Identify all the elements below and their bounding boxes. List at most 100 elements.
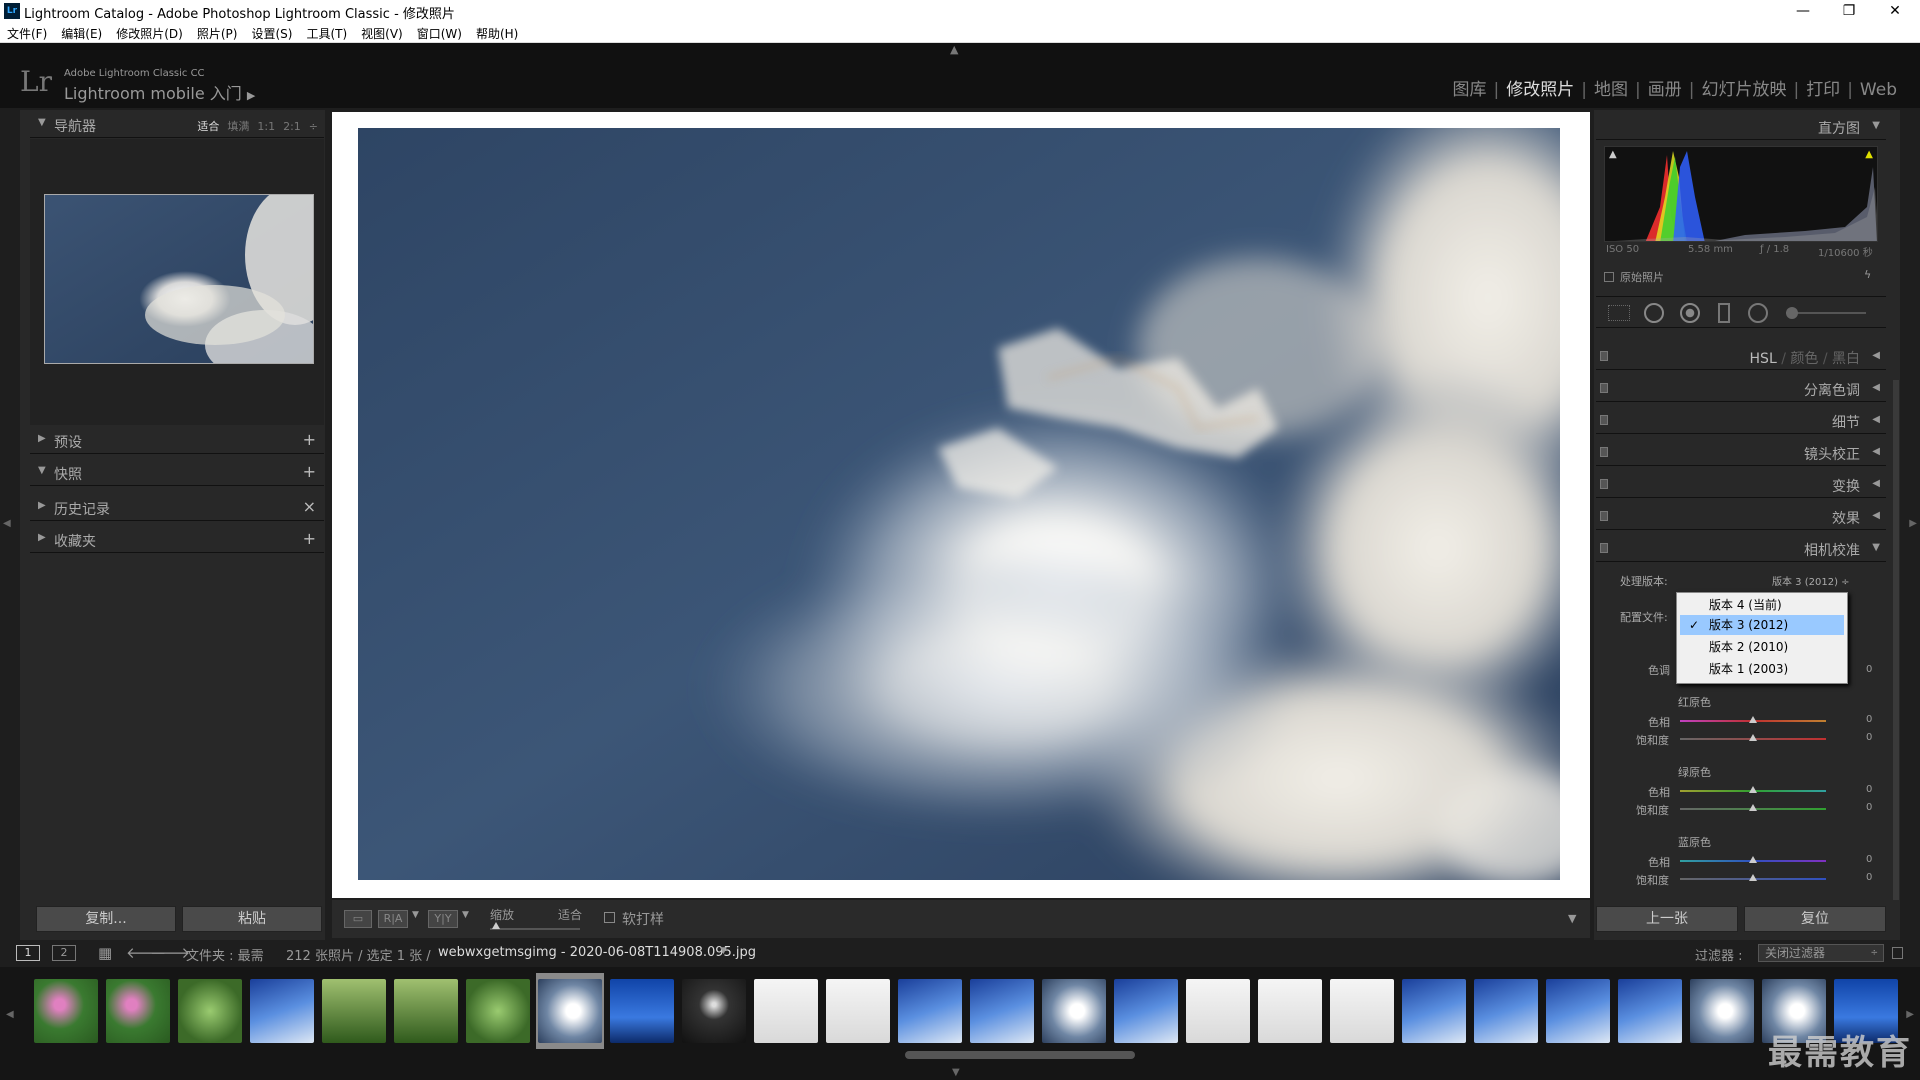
previous-button[interactable]: 上一张 [1596, 906, 1738, 932]
filmstrip-scroll-left-icon[interactable]: ◀ [6, 1009, 14, 1020]
add-collection-icon[interactable]: + [303, 529, 316, 548]
panel-switch-icon[interactable] [1600, 351, 1608, 361]
menu-settings[interactable]: 设置(S) [244, 22, 299, 42]
dropdown-arrow-icon[interactable]: ▼ [462, 910, 469, 920]
filmstrip-thumb[interactable] [392, 973, 460, 1049]
filmstrip-thumb[interactable] [1472, 973, 1540, 1049]
menu-file[interactable]: 文件(F) [0, 22, 54, 42]
camera-calibration-header[interactable]: 相机校准 ▼ [1596, 534, 1886, 562]
module-library[interactable]: 图库 [1446, 80, 1494, 100]
before-after-split-icon[interactable]: Y|Y [428, 910, 458, 928]
graduated-filter-icon[interactable] [1718, 303, 1730, 323]
transform-header[interactable]: 变换 ◀ [1596, 470, 1886, 498]
bw-tab[interactable]: 黑白 [1832, 351, 1860, 367]
snapshots-header[interactable]: ▼ 快照 + [30, 460, 324, 486]
collapse-right-icon[interactable]: ▶ [1909, 518, 1917, 529]
green-sat-knob[interactable] [1749, 804, 1757, 811]
menu-window[interactable]: 窗口(W) [410, 22, 469, 42]
module-book[interactable]: 画册 [1641, 80, 1689, 100]
filmstrip-thumb[interactable] [824, 973, 892, 1049]
zoom-1-1[interactable]: 1:1 [249, 120, 275, 133]
forward-arrow-icon[interactable]: 🡒 [150, 943, 190, 962]
mobile-link[interactable]: Lightroom mobile 入门 ▶ [64, 80, 255, 104]
zoom-2-1[interactable]: 2:1 [275, 120, 301, 133]
filename[interactable]: webwxgetmsgimg - 2020-06-08T114908.095.j… [438, 945, 756, 960]
zoom-fill[interactable]: 填满 [219, 120, 249, 133]
filmstrip-thumb[interactable] [1616, 973, 1684, 1049]
blue-sat-knob[interactable] [1749, 874, 1757, 881]
filmstrip-thumb[interactable] [896, 973, 964, 1049]
zoom-slider[interactable] [490, 928, 580, 930]
filmstrip-thumb[interactable] [1400, 973, 1468, 1049]
menu-tools[interactable]: 工具(T) [299, 22, 354, 42]
red-eye-icon[interactable] [1680, 303, 1700, 323]
zoom-fit[interactable]: 适合 [189, 120, 219, 133]
panel-switch-icon[interactable] [1600, 415, 1608, 425]
paste-button[interactable]: 粘贴 [182, 906, 322, 932]
filename-dropdown-icon[interactable]: ▼ [720, 946, 727, 956]
panel-switch-icon[interactable] [1600, 479, 1608, 489]
grid-view-icon[interactable]: ▦ [98, 944, 112, 962]
menu-edit[interactable]: 编辑(E) [54, 22, 109, 42]
module-map[interactable]: 地图 [1587, 80, 1635, 100]
panel-switch-icon[interactable] [1600, 447, 1608, 457]
red-hue-knob[interactable] [1749, 716, 1757, 723]
close-button[interactable]: ✕ [1872, 0, 1918, 22]
menu-help[interactable]: 帮助(H) [469, 22, 525, 42]
add-preset-icon[interactable]: + [303, 430, 316, 449]
presets-header[interactable]: ▶ 预设 + [30, 428, 324, 454]
crop-tool-icon[interactable] [1608, 305, 1630, 321]
filmstrip-thumb[interactable] [248, 973, 316, 1049]
right-panel-scrollbar[interactable] [1893, 380, 1899, 900]
softproof-checkbox[interactable] [604, 912, 615, 923]
history-header[interactable]: ▶ 历史记录 × [30, 495, 324, 521]
photo-canvas[interactable] [332, 112, 1590, 898]
filmstrip-thumb[interactable] [104, 973, 172, 1049]
panel-switch-icon[interactable] [1600, 511, 1608, 521]
filter-lock-icon[interactable] [1892, 947, 1903, 959]
green-hue-knob[interactable] [1749, 786, 1757, 793]
zoom-spinner-icon[interactable]: ÷ [301, 120, 318, 133]
effects-header[interactable]: 效果 ◀ [1596, 502, 1886, 530]
process-option-v2[interactable]: 版本 2 (2010) [1680, 637, 1844, 657]
filmstrip-scroll-right-icon[interactable]: ▶ [1906, 1009, 1914, 1020]
filter-select[interactable]: 关闭过滤器 ÷ [1758, 944, 1884, 962]
restore-button[interactable]: ❐ [1826, 0, 1872, 22]
window-2-button[interactable]: 2 [52, 945, 76, 961]
navigator-header[interactable]: ▼ 导航器 适合 填满 1:1 2:1 ÷ [30, 112, 324, 138]
before-after-icon[interactable]: R|A [378, 910, 408, 928]
filmstrip-thumb[interactable] [1688, 973, 1756, 1049]
process-option-v1[interactable]: 版本 1 (2003) [1680, 659, 1844, 679]
histogram-header[interactable]: 直方图 ▼ [1596, 112, 1886, 140]
collapse-bottom-icon[interactable]: ▼ [952, 1067, 960, 1078]
split-toning-header[interactable]: 分离色调 ◀ [1596, 374, 1886, 402]
filmstrip-thumb[interactable] [968, 973, 1036, 1049]
filmstrip-thumb[interactable] [752, 973, 820, 1049]
menu-view[interactable]: 视图(V) [354, 22, 410, 42]
folder-path[interactable]: 文件夹 : 最需 [186, 945, 264, 964]
spot-removal-icon[interactable] [1644, 303, 1664, 323]
navigator-preview[interactable] [44, 194, 314, 364]
filmstrip-thumb[interactable] [680, 973, 748, 1049]
zoom-slider-knob[interactable] [492, 922, 500, 929]
menu-develop[interactable]: 修改照片(D) [109, 22, 190, 42]
loupe-view-icon[interactable]: ▭ [344, 910, 372, 928]
radial-filter-icon[interactable] [1748, 303, 1768, 323]
filmstrip-thumb[interactable] [320, 973, 388, 1049]
filmstrip-thumb-selected[interactable] [536, 973, 604, 1049]
adjustment-brush-slider[interactable] [1786, 312, 1866, 314]
filmstrip-thumb[interactable] [176, 973, 244, 1049]
collapse-left-icon[interactable]: ◀ [3, 518, 11, 529]
highlight-clipping-icon[interactable]: ▲ [1865, 149, 1873, 160]
red-sat-knob[interactable] [1749, 734, 1757, 741]
collections-header[interactable]: ▶ 收藏夹 + [30, 527, 324, 553]
filmstrip-thumb[interactable] [32, 973, 100, 1049]
panel-switch-icon[interactable] [1600, 383, 1608, 393]
hsl-header[interactable]: HSL / 颜色 / 黑白 ◀ [1596, 342, 1886, 370]
blue-hue-knob[interactable] [1749, 856, 1757, 863]
clear-history-icon[interactable]: × [303, 497, 316, 516]
filmstrip-scrollbar[interactable] [905, 1051, 1135, 1059]
add-snapshot-icon[interactable]: + [303, 462, 316, 481]
minimize-button[interactable]: — [1780, 0, 1826, 22]
filmstrip-thumb[interactable] [1184, 973, 1252, 1049]
